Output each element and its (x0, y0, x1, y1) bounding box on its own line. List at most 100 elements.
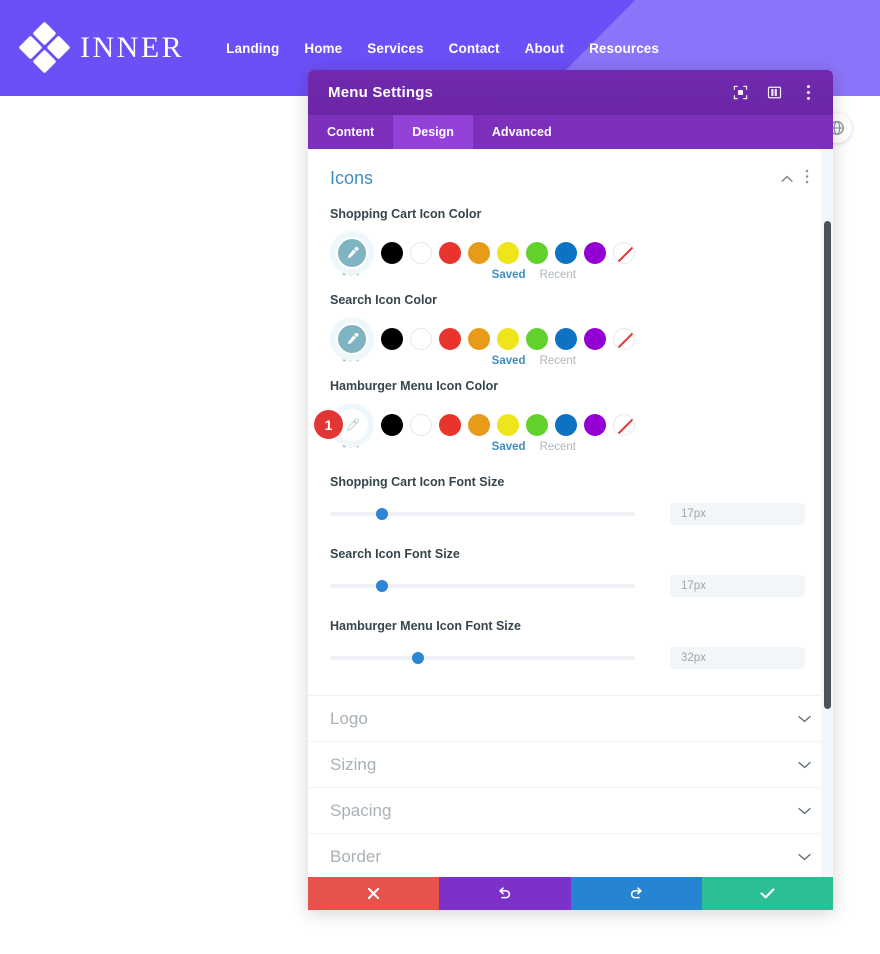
section-row-border[interactable]: Border (308, 833, 833, 877)
menu-settings-modal: Menu Settings Content Design Advanced Ic… (308, 70, 833, 910)
swatch-green[interactable] (526, 242, 548, 264)
swatch-purple[interactable] (584, 242, 606, 264)
section-header-icons[interactable]: Icons (308, 149, 833, 195)
nav-item-contact[interactable]: Contact (449, 41, 500, 56)
eyedropper-icon (347, 332, 358, 344)
recent-colors-link[interactable]: Recent (540, 269, 576, 281)
close-icon (367, 887, 380, 900)
nav-item-about[interactable]: About (525, 41, 564, 56)
field-label: Hamburger Menu Icon Font Size (330, 619, 521, 633)
eyedropper-icon (347, 246, 358, 258)
modal-titlebar: Menu Settings (308, 70, 833, 115)
four-diamond-logo-icon (18, 21, 71, 74)
saved-colors-link[interactable]: Saved (492, 441, 526, 453)
font-size-slider[interactable] (330, 649, 635, 667)
swatch-white[interactable] (410, 414, 432, 436)
slider-thumb[interactable] (375, 580, 388, 592)
modal-title: Menu Settings (328, 84, 434, 101)
swatch-white[interactable] (410, 328, 432, 350)
saved-colors-link[interactable]: Saved (492, 269, 526, 281)
undo-icon (499, 887, 511, 899)
color-picker-eyedropper-button[interactable] (330, 231, 374, 275)
chevron-down-icon[interactable] (798, 802, 811, 820)
swatch-yellow[interactable] (497, 242, 519, 264)
swatch-green[interactable] (526, 414, 548, 436)
swatch-black[interactable] (381, 242, 403, 264)
slider-thumb[interactable] (412, 652, 425, 664)
section-label: Border (330, 846, 382, 866)
swatch-orange[interactable] (468, 328, 490, 350)
nav-item-home[interactable]: Home (304, 41, 342, 56)
modal-tabs: Content Design Advanced (308, 115, 833, 149)
modal-scroll-area: Icons Shopping Cart Icon Color Saved Rec… (308, 149, 833, 877)
swatch-none[interactable] (613, 328, 635, 350)
swatch-blue[interactable] (555, 242, 577, 264)
swatch-orange[interactable] (468, 414, 490, 436)
recent-colors-link[interactable]: Recent (540, 355, 576, 367)
modal-scrollbar-thumb[interactable] (824, 221, 831, 709)
swatch-purple[interactable] (584, 328, 606, 350)
redo-button[interactable] (570, 877, 702, 910)
section-row-spacing[interactable]: Spacing (308, 787, 833, 833)
layout-panel-icon[interactable] (765, 84, 783, 102)
color-picker-eyedropper-button[interactable]: 1 (314, 403, 374, 447)
chevron-down-icon[interactable] (798, 848, 811, 866)
field-label: Shopping Cart Icon Font Size (330, 475, 505, 489)
section-more-vertical-icon[interactable] (805, 169, 809, 189)
swatch-black[interactable] (381, 414, 403, 436)
chevron-down-icon[interactable] (798, 710, 811, 728)
step-badge: 1 (314, 410, 343, 439)
section-row-logo[interactable]: Logo (308, 695, 833, 741)
swatch-none[interactable] (613, 242, 635, 264)
swatch-red[interactable] (439, 414, 461, 436)
nav-item-services[interactable]: Services (367, 41, 423, 56)
recent-colors-link[interactable]: Recent (540, 441, 576, 453)
field-shopping-cart-icon-color: Shopping Cart Icon Color Saved Recent (308, 207, 833, 281)
field-hamburger-menu-icon-color: Hamburger Menu Icon Color 1 Saved Recent (308, 379, 833, 453)
swatch-black[interactable] (381, 328, 403, 350)
undo-button[interactable] (439, 877, 571, 910)
tab-advanced[interactable]: Advanced (473, 115, 571, 149)
cancel-button[interactable] (308, 877, 440, 910)
chevron-down-icon[interactable] (798, 756, 811, 774)
swatch-orange[interactable] (468, 242, 490, 264)
field-shopping-cart-icon-font-size: Shopping Cart Icon Font Size 17px (308, 475, 833, 525)
brand-name: INNER (80, 31, 185, 64)
swatch-green[interactable] (526, 328, 548, 350)
font-size-value-input[interactable]: 32px (670, 647, 805, 669)
save-button[interactable] (701, 877, 833, 910)
font-size-slider[interactable] (330, 577, 635, 595)
swatch-yellow[interactable] (497, 414, 519, 436)
swatch-purple[interactable] (584, 414, 606, 436)
swatch-none[interactable] (613, 414, 635, 436)
field-search-icon-color: Search Icon Color Saved Recent (308, 293, 833, 367)
nav-item-resources[interactable]: Resources (589, 41, 659, 56)
saved-colors-link[interactable]: Saved (492, 355, 526, 367)
font-size-value-input[interactable]: 17px (670, 503, 805, 525)
check-icon (760, 888, 775, 899)
swatch-blue[interactable] (555, 414, 577, 436)
swatch-red[interactable] (439, 328, 461, 350)
section-label: Logo (330, 708, 368, 728)
swatch-red[interactable] (439, 242, 461, 264)
more-vertical-icon[interactable] (799, 84, 817, 102)
swatch-white[interactable] (410, 242, 432, 264)
site-nav: Landing Home Services Contact About Reso… (226, 41, 659, 56)
swatch-yellow[interactable] (497, 328, 519, 350)
section-label: Sizing (330, 754, 377, 774)
field-hamburger-menu-icon-font-size: Hamburger Menu Icon Font Size 32px (308, 619, 833, 669)
titlebar-actions (731, 84, 817, 102)
tab-content[interactable]: Content (308, 115, 393, 149)
modal-scrollbar-track[interactable] (821, 149, 833, 877)
slider-thumb[interactable] (375, 508, 388, 520)
nav-item-landing[interactable]: Landing (226, 41, 279, 56)
swatch-blue[interactable] (555, 328, 577, 350)
section-row-sizing[interactable]: Sizing (308, 741, 833, 787)
brand-logo[interactable]: INNER (18, 21, 185, 74)
focus-target-icon[interactable] (731, 84, 749, 102)
font-size-slider[interactable] (330, 505, 635, 523)
tab-design[interactable]: Design (393, 115, 473, 149)
font-size-value-input[interactable]: 17px (670, 575, 805, 597)
chevron-up-icon[interactable] (781, 170, 793, 188)
color-picker-eyedropper-button[interactable] (330, 317, 374, 361)
